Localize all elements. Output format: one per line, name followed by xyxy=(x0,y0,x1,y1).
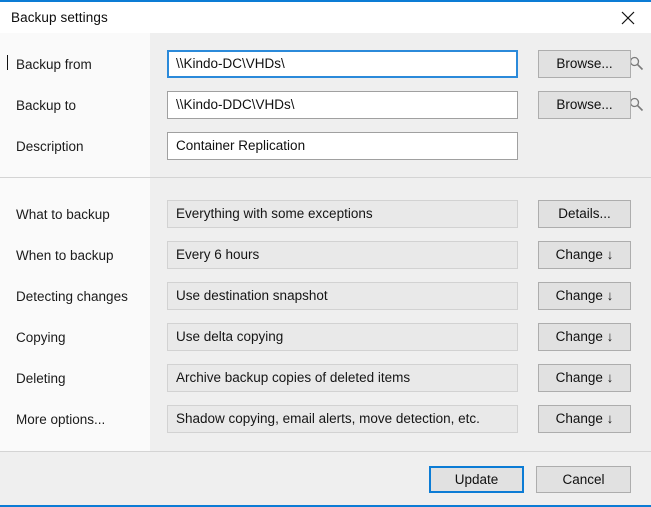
description-input[interactable]: Container Replication xyxy=(167,132,518,160)
title-bar: Backup settings xyxy=(0,2,651,33)
change-deleting-button[interactable]: Change ↓ xyxy=(538,364,631,392)
update-button[interactable]: Update xyxy=(429,466,524,493)
dialog-footer: Update Cancel xyxy=(0,451,651,505)
change-more-options-button[interactable]: Change ↓ xyxy=(538,405,631,433)
row-deleting: Deleting Archive backup copies of delete… xyxy=(0,364,651,394)
change-when-button[interactable]: Change ↓ xyxy=(538,241,631,269)
value-when-to-backup: Every 6 hours xyxy=(167,241,518,269)
browse-from-button[interactable]: Browse... xyxy=(538,50,631,78)
row-detecting-changes: Detecting changes Use destination snapsh… xyxy=(0,282,651,312)
dialog-body: Backup from \\Kindo-DC\VHDs\ Browse... B… xyxy=(0,33,651,451)
value-what-to-backup: Everything with some exceptions xyxy=(167,200,518,228)
row-more-options: More options... Shadow copying, email al… xyxy=(0,405,651,435)
label-copying: Copying xyxy=(16,330,66,345)
backup-to-input[interactable]: \\Kindo-DDC\VHDs\ xyxy=(167,91,518,119)
value-copying: Use delta copying xyxy=(167,323,518,351)
change-detecting-button[interactable]: Change ↓ xyxy=(538,282,631,310)
close-icon xyxy=(621,11,635,25)
window-title: Backup settings xyxy=(11,10,108,25)
value-deleting: Archive backup copies of deleted items xyxy=(167,364,518,392)
section-divider xyxy=(0,177,651,178)
close-button[interactable] xyxy=(605,2,651,33)
label-backup-to: Backup to xyxy=(16,98,77,113)
change-copying-button[interactable]: Change ↓ xyxy=(538,323,631,351)
cancel-button[interactable]: Cancel xyxy=(536,466,631,493)
row-when-to-backup: When to backup Every 6 hours Change ↓ xyxy=(0,241,651,271)
label-when-to-backup: When to backup xyxy=(16,248,114,263)
details-button[interactable]: Details... xyxy=(538,200,631,228)
backup-from-input[interactable]: \\Kindo-DC\VHDs\ xyxy=(167,50,518,78)
label-deleting: Deleting xyxy=(16,371,66,386)
label-backup-from: Backup from xyxy=(16,57,92,72)
backup-settings-dialog: Backup settings Backup from \\Kindo-DC\V… xyxy=(0,0,651,507)
row-backup-from: Backup from \\Kindo-DC\VHDs\ Browse... xyxy=(0,50,651,80)
label-detecting-changes: Detecting changes xyxy=(16,289,128,304)
label-more-options: More options... xyxy=(16,412,106,427)
value-more-options: Shadow copying, email alerts, move detec… xyxy=(167,405,518,433)
browse-to-button[interactable]: Browse... xyxy=(538,91,631,119)
row-backup-to: Backup to \\Kindo-DDC\VHDs\ Browse... xyxy=(0,91,651,121)
value-detecting-changes: Use destination snapshot xyxy=(167,282,518,310)
row-copying: Copying Use delta copying Change ↓ xyxy=(0,323,651,353)
row-what-to-backup: What to backup Everything with some exce… xyxy=(0,200,651,230)
text-caret xyxy=(7,55,8,70)
label-what-to-backup: What to backup xyxy=(16,207,110,222)
label-description: Description xyxy=(16,139,84,154)
row-description: Description Container Replication xyxy=(0,132,651,162)
